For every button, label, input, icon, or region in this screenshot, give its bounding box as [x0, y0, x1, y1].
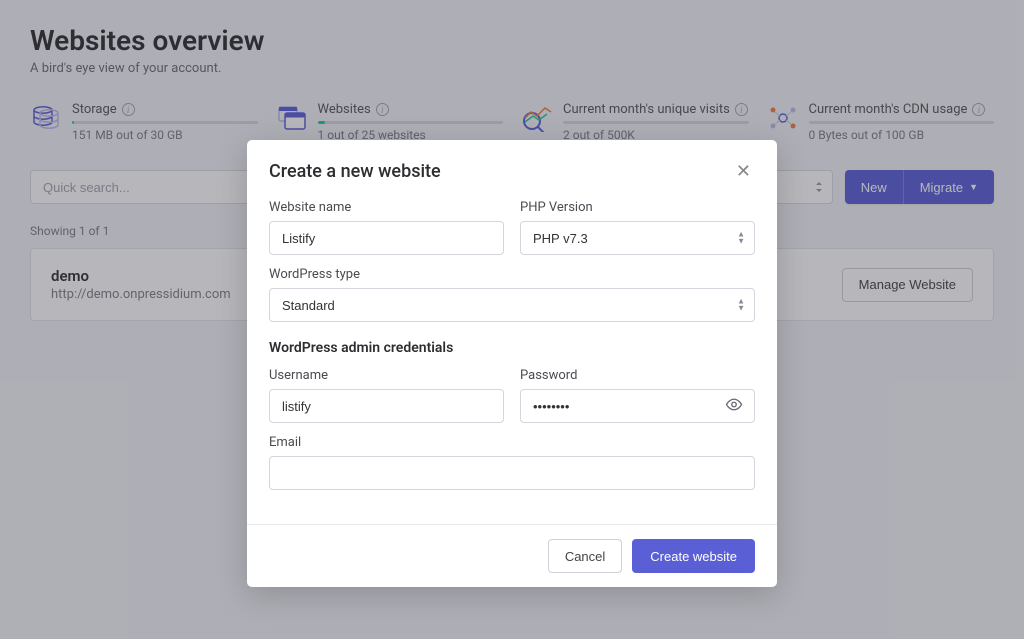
password-label: Password — [520, 368, 755, 383]
cancel-button[interactable]: Cancel — [548, 539, 622, 573]
credentials-section-title: WordPress admin credentials — [269, 340, 755, 356]
php-version-label: PHP Version — [520, 200, 755, 215]
modal-title: Create a new website — [269, 161, 441, 182]
website-name-label: Website name — [269, 200, 504, 215]
eye-icon — [725, 396, 743, 414]
php-version-select[interactable] — [520, 221, 755, 255]
username-input[interactable] — [269, 389, 504, 423]
create-website-button[interactable]: Create website — [632, 539, 755, 573]
username-label: Username — [269, 368, 504, 383]
email-label: Email — [269, 435, 755, 450]
create-website-modal: Create a new website ✕ Website name PHP … — [247, 140, 777, 587]
wordpress-type-label: WordPress type — [269, 267, 755, 282]
website-name-input[interactable] — [269, 221, 504, 255]
modal-overlay[interactable]: Create a new website ✕ Website name PHP … — [0, 0, 1024, 639]
close-icon: ✕ — [736, 161, 751, 181]
email-input[interactable] — [269, 456, 755, 490]
wordpress-type-select[interactable] — [269, 288, 755, 322]
close-button[interactable]: ✕ — [732, 158, 755, 184]
toggle-password-button[interactable] — [721, 392, 747, 421]
password-input[interactable] — [520, 389, 755, 423]
